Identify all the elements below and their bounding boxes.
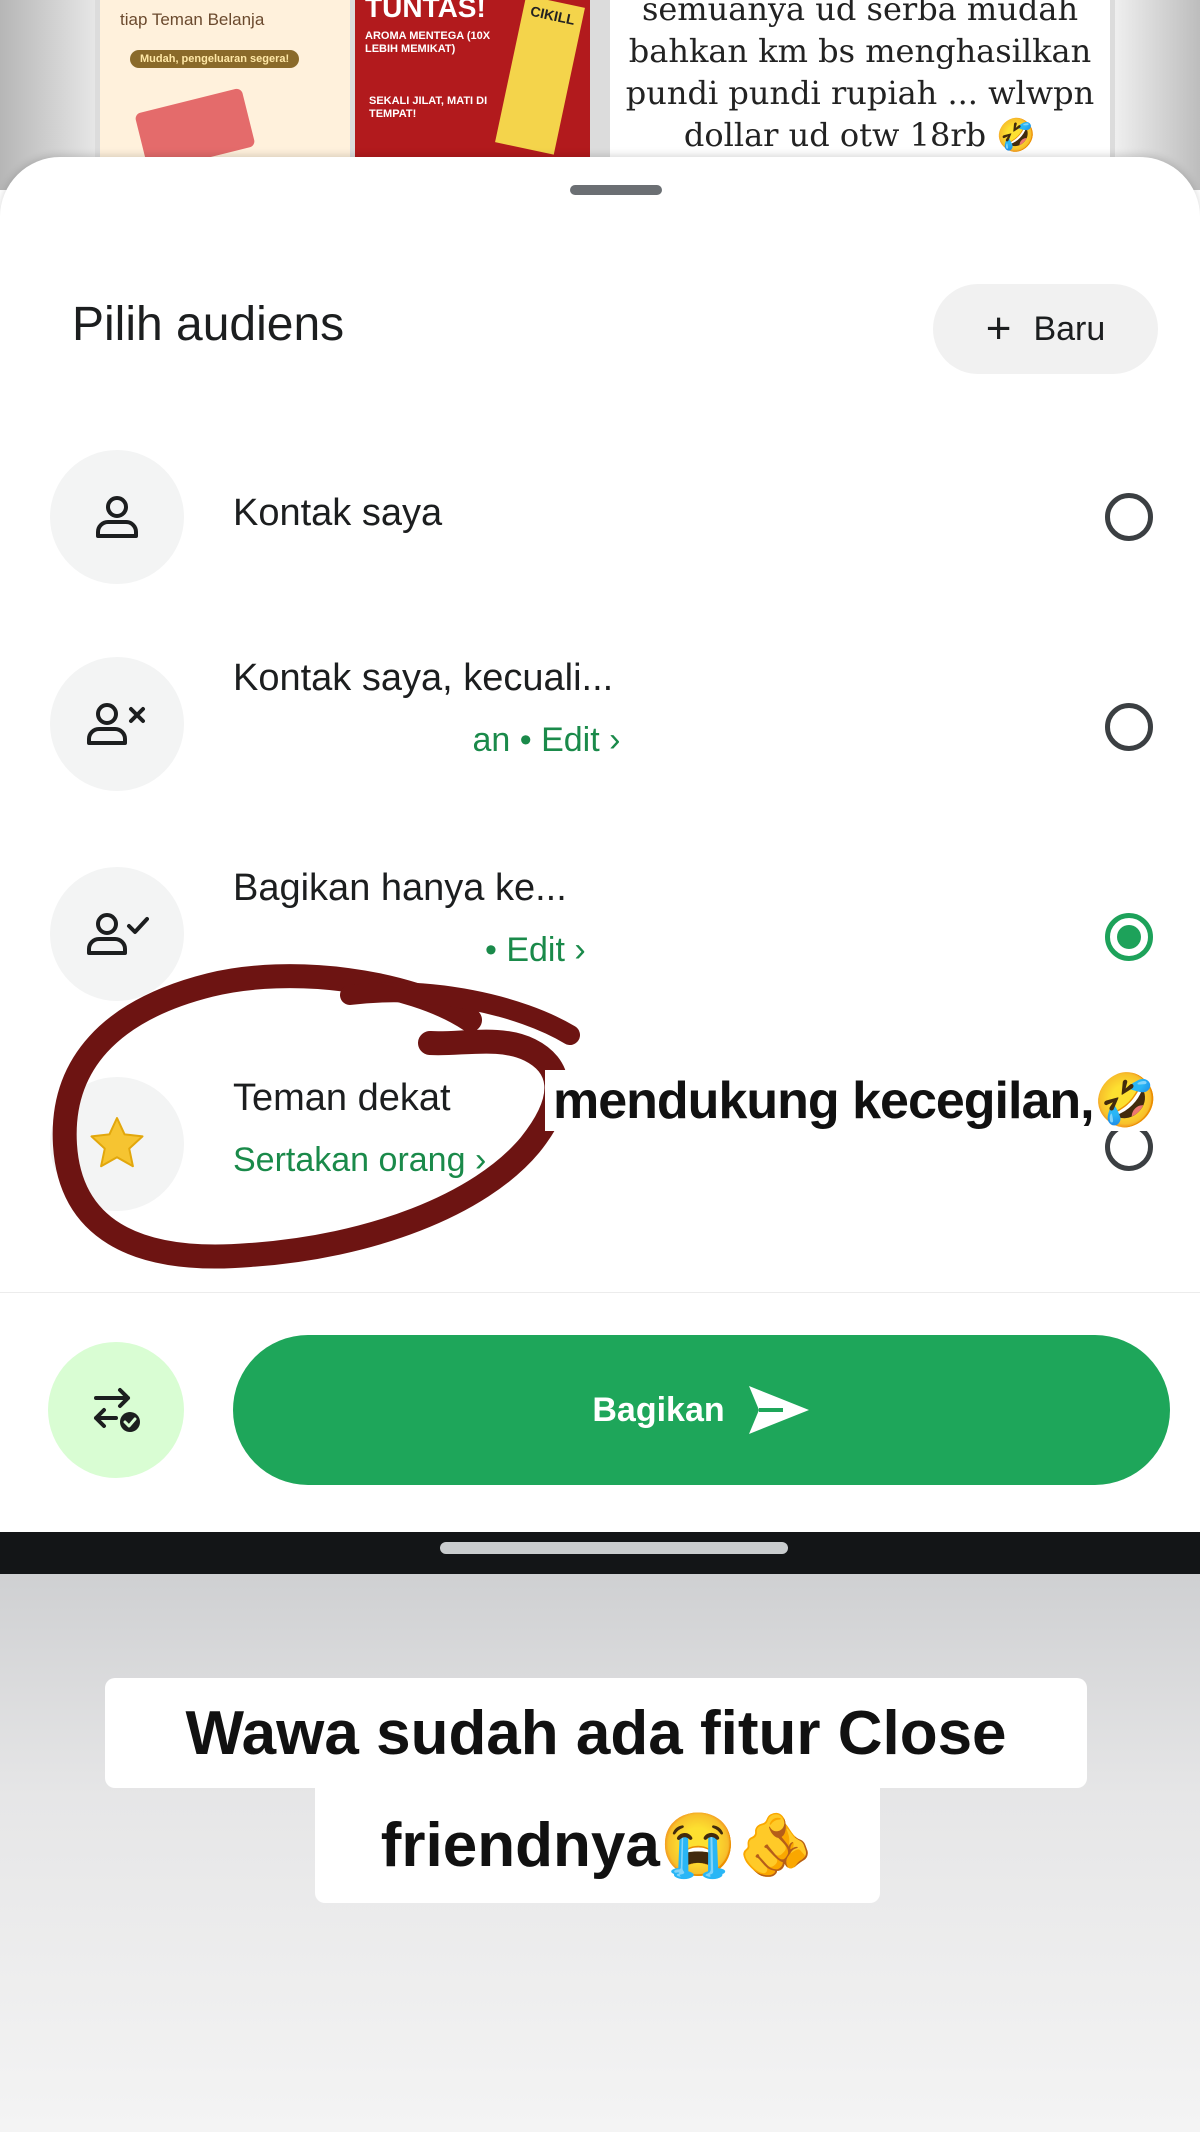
home-gesture-pill[interactable] [440,1542,788,1554]
ad-product-title: TUNTAS! [365,0,486,23]
audience-option-contacts-except[interactable]: Kontak saya, kecuali... an • Edit › [0,657,1200,797]
post-line: bahkan km bs menghasilkan [628,32,1092,70]
system-nav-bar [0,1532,1200,1574]
option-label: Bagikan hanya ke... [233,867,567,909]
chevron-right-icon: › [609,721,621,759]
option-label: Kontak saya, kecuali... [233,657,614,699]
ad-product-sub: AROMA MENTEGA (10X LEBIH MEMIKAT) [365,30,491,55]
ad-product-pack: CIKILL [495,0,585,155]
audience-option-my-contacts[interactable]: Kontak saya [0,447,1200,587]
sheet-drag-handle[interactable] [570,185,662,195]
post-line: semuanya ud serba mudah [641,0,1079,28]
caption-line-2: friendnya😭🫵 [315,1788,880,1903]
share-button[interactable]: Bagikan [233,1335,1170,1485]
swap-check-icon [94,1388,140,1432]
option-label: Kontak saya [233,492,443,534]
post-line: pundi pundi rupiah ... wlwpn [625,74,1095,112]
option-radio-selected[interactable] [1105,913,1153,961]
send-icon [748,1386,809,1434]
sheet-title: Pilih audiens [72,298,345,351]
plus-icon: + [985,304,1012,353]
hand-drawn-circle [52,964,580,1269]
post-text: semuanya ud serba mudah bahkan km bs men… [610,0,1110,178]
person-icon [50,450,184,584]
audience-bottom-sheet: Pilih audiens + Baru Kontak saya Kontak … [0,157,1200,1532]
option-sub: an • Edit [472,721,600,759]
post-line: dollar ud otw 18rb 🤣 [683,116,1037,154]
ad-card-badge: Mudah, pengeluaran segera! [130,50,300,68]
annotation-text: mendukung kecegilan,🤣 [545,1070,1166,1131]
status-privacy-toggle-button[interactable] [48,1342,184,1478]
option-radio[interactable] [1105,703,1153,751]
new-audience-label: Baru [1033,309,1106,348]
ad-card-caption: tiap Teman Belanja [120,10,265,29]
redacted-text [233,732,463,753]
share-button-label: Bagikan [592,1390,725,1429]
caption-line-1: Wawa sudah ada fitur Close [105,1678,1087,1788]
option-edit-link[interactable]: an • Edit › [233,721,620,760]
person-x-icon [50,657,184,791]
new-audience-button[interactable]: + Baru [933,284,1158,374]
ad-product-tag: SEKALI JILAT, MATI DI TEMPAT! [369,95,488,120]
option-radio[interactable] [1105,493,1153,541]
